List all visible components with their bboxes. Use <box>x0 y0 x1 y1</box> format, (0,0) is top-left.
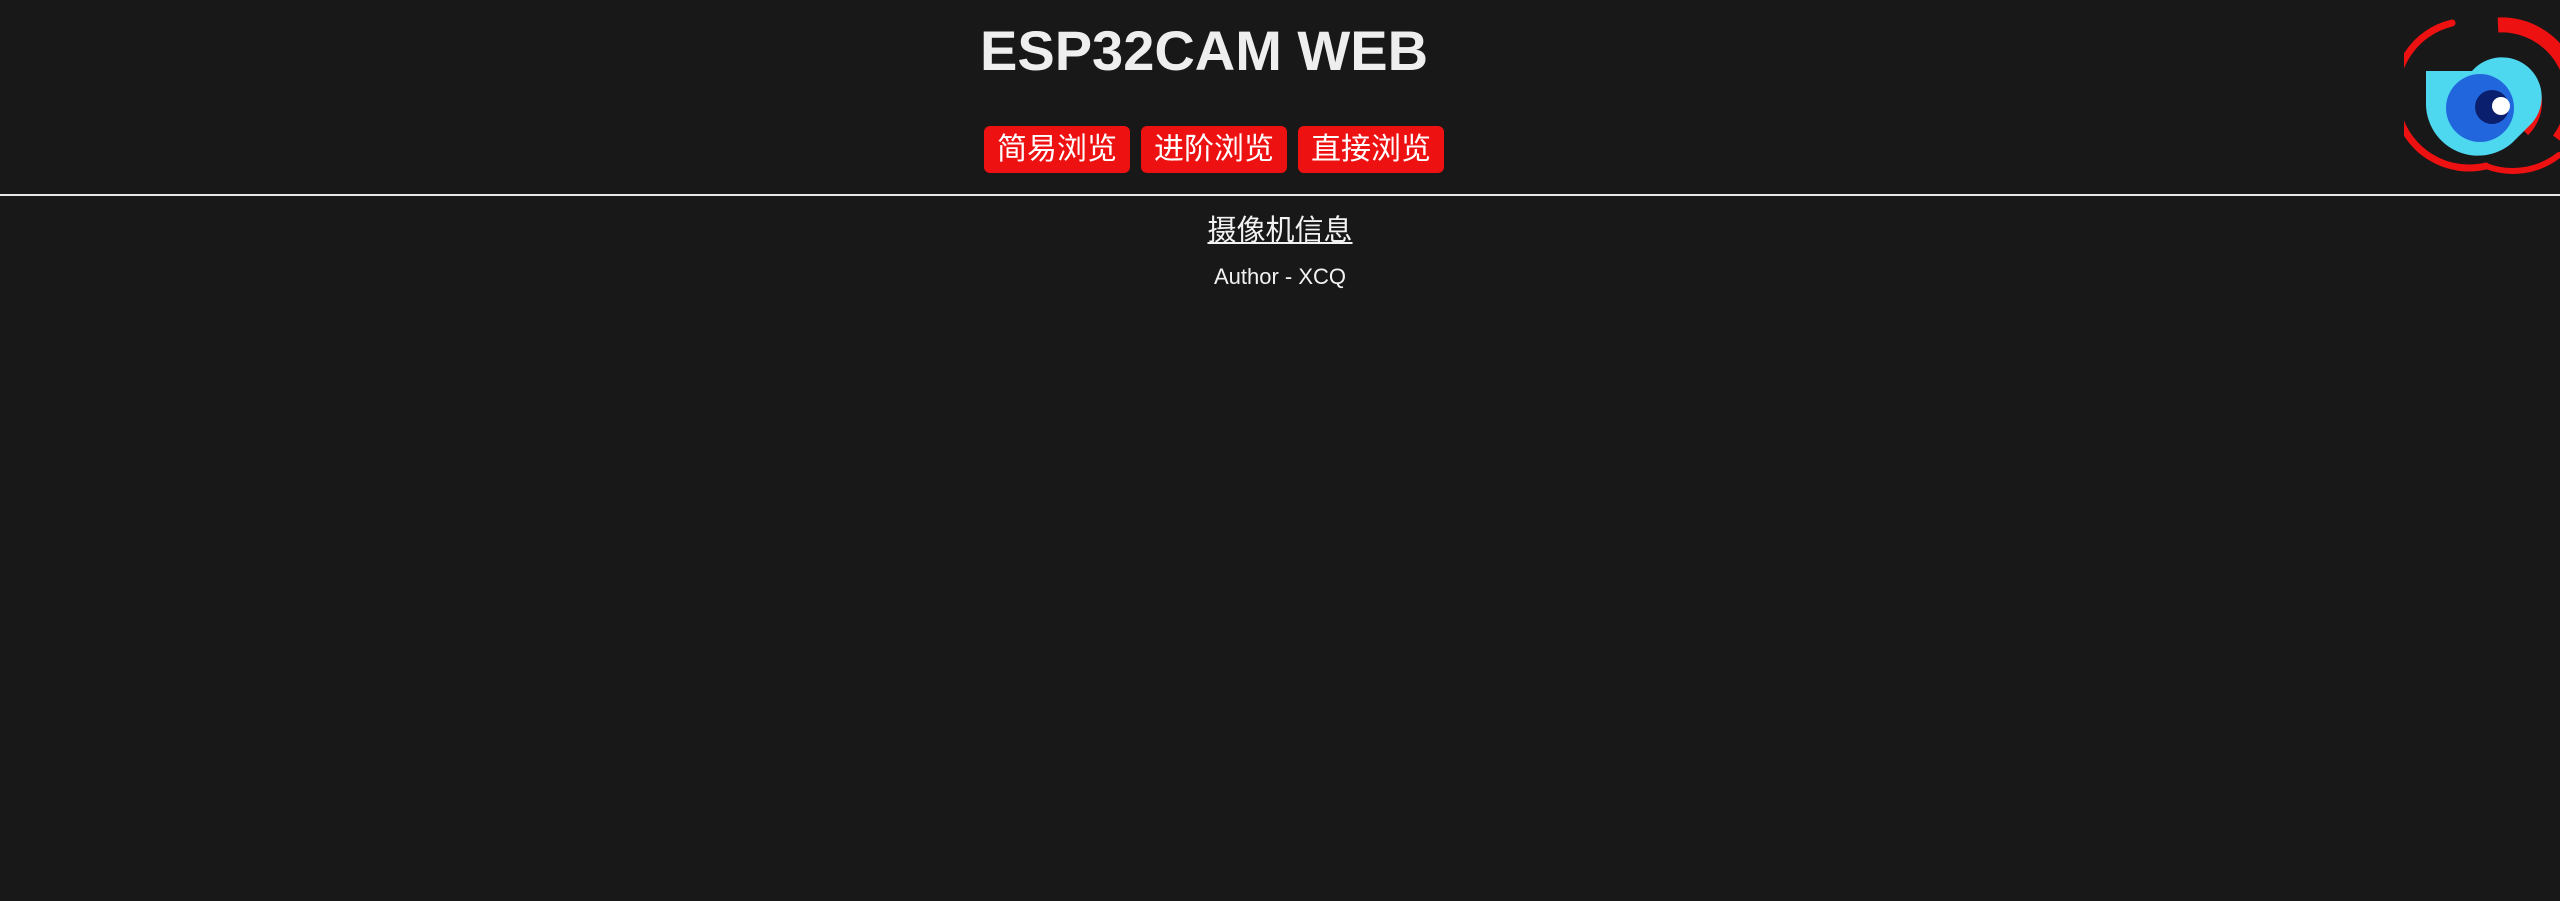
page-title: ESP32CAM WEB <box>980 19 1429 82</box>
advanced-view-button[interactable]: 进阶浏览 <box>1141 126 1287 173</box>
logo-highlight <box>2492 97 2510 115</box>
camera-info-row: 摄像机信息 <box>0 210 2560 250</box>
direct-view-button[interactable]: 直接浏览 <box>1298 126 1444 173</box>
eye-camera-icon <box>2404 17 2560 174</box>
header: ESP32CAM WEB 简易浏览 进阶浏览 直接浏览 <box>0 0 2560 195</box>
logo-lower-arc <box>2483 152 2560 174</box>
camera-info-link[interactable]: 摄像机信息 <box>1207 213 1352 247</box>
simple-view-button[interactable]: 简易浏览 <box>984 126 1130 173</box>
nav-bar: 简易浏览 进阶浏览 直接浏览 <box>984 126 1444 173</box>
author-text: Author - XCQ <box>1213 264 1347 289</box>
divider <box>0 194 2560 196</box>
